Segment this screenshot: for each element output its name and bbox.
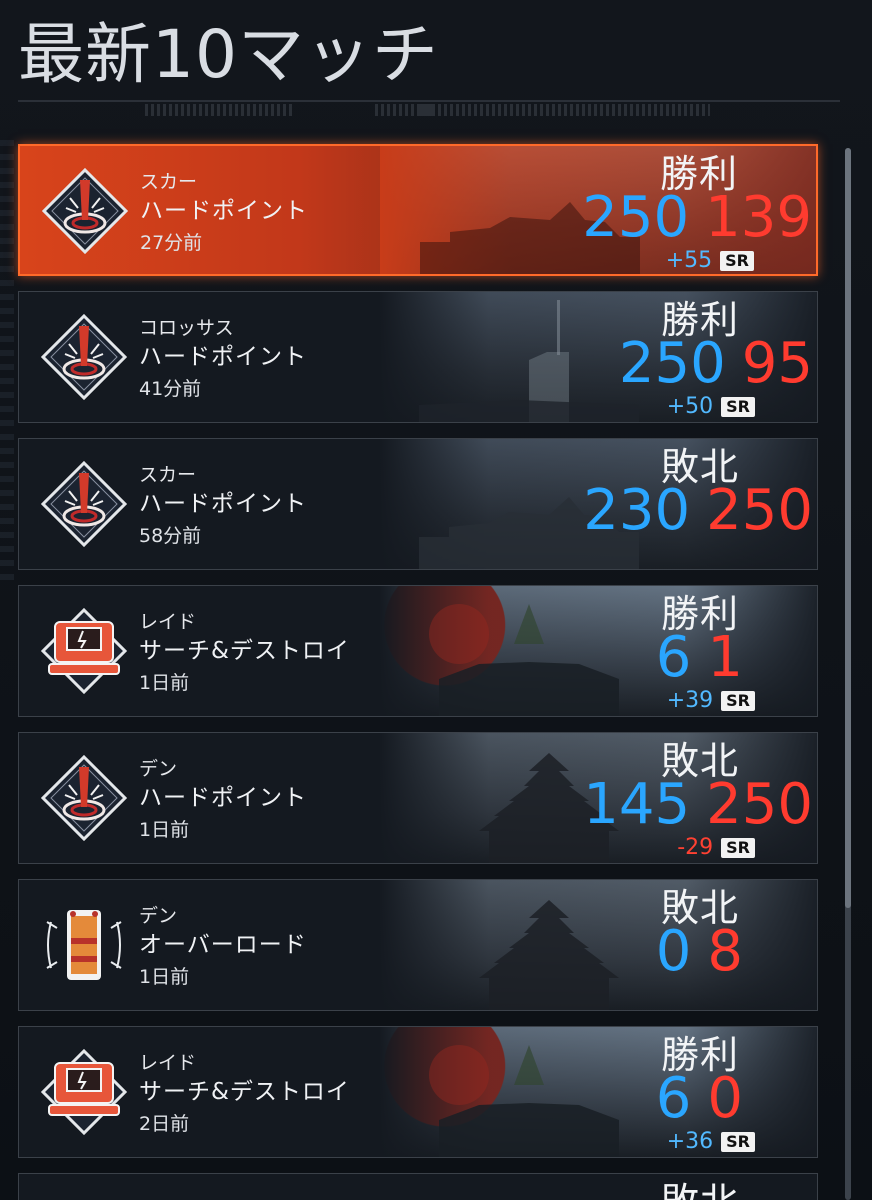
map-silhouette-raid bbox=[429, 604, 619, 716]
search-destroy-emblem-icon bbox=[41, 608, 127, 694]
match-score: 60 bbox=[656, 1069, 743, 1129]
hardpoint-emblem-icon bbox=[41, 314, 127, 400]
match-info: デン オーバーロード 1日前 bbox=[139, 904, 307, 992]
match-score: 250 139 bbox=[582, 188, 812, 248]
team-score-blue: 145 bbox=[583, 772, 691, 837]
team-score-red: 139 bbox=[705, 185, 812, 250]
match-info: デン ハードポイント 1日前 bbox=[139, 757, 307, 845]
map-silhouette-raid bbox=[429, 1045, 619, 1157]
map-name: スカー bbox=[140, 171, 198, 193]
match-score: 61 bbox=[656, 628, 743, 688]
match-score: 145 250 bbox=[583, 775, 813, 835]
map-name: レイド bbox=[139, 1052, 197, 1074]
match-row[interactable]: スカー ハードポイント 27分前 勝利 250 139 +55 SR bbox=[18, 144, 818, 276]
page-title: 最新10マッチ bbox=[18, 16, 439, 93]
match-history-screen: 最新10マッチ スカー ハードポイント 27分前 勝利 250 139 +55 … bbox=[0, 0, 872, 1200]
match-row[interactable]: デン ハードポイント 1日前 敗北 145 250 -29 SR bbox=[18, 732, 818, 864]
match-row[interactable]: デン オーバーロード 1日前 敗北 08 bbox=[18, 879, 818, 1011]
match-list: スカー ハードポイント 27分前 勝利 250 139 +55 SR コロッサス… bbox=[18, 144, 818, 1200]
time-ago: 58分前 bbox=[139, 525, 202, 547]
match-row[interactable]: コロッサス ハードポイント 41分前 勝利 250 95 +50 SR bbox=[18, 291, 818, 423]
map-name: レイド bbox=[139, 611, 197, 633]
hardpoint-emblem-icon bbox=[41, 461, 127, 547]
team-score-red: 95 bbox=[741, 331, 813, 396]
time-ago: 2日前 bbox=[139, 1113, 190, 1135]
match-row[interactable]: スカー ハードポイント 58分前 敗北 230 250 bbox=[18, 438, 818, 570]
match-row-partial[interactable]: 敗北 bbox=[18, 1173, 818, 1200]
title-divider bbox=[18, 100, 840, 102]
sr-delta: +36 bbox=[666, 1129, 714, 1154]
time-ago: 41分前 bbox=[139, 378, 202, 400]
sr-badge: SR bbox=[721, 1132, 755, 1152]
sr-change: +55 SR bbox=[666, 248, 754, 274]
map-name: デン bbox=[139, 758, 178, 780]
sr-change: -29 SR bbox=[677, 835, 755, 861]
team-score-blue: 230 bbox=[583, 478, 691, 543]
hardpoint-emblem-icon bbox=[42, 168, 128, 254]
map-silhouette-colossus bbox=[419, 300, 639, 422]
sr-change: +50 SR bbox=[667, 394, 755, 420]
side-decoration bbox=[0, 140, 14, 580]
sr-badge: SR bbox=[721, 691, 755, 711]
team-score-red: 250 bbox=[706, 772, 813, 837]
sr-delta: +39 bbox=[666, 688, 714, 713]
team-score-red: 1 bbox=[707, 625, 743, 690]
sr-change: +36 SR bbox=[667, 1129, 755, 1155]
search-destroy-emblem-icon bbox=[41, 1049, 127, 1135]
mode-name: オーバーロード bbox=[139, 932, 307, 958]
mode-name: ハードポイント bbox=[139, 344, 307, 370]
time-ago: 1日前 bbox=[139, 966, 190, 988]
scrollbar-thumb[interactable] bbox=[845, 148, 851, 908]
sr-delta: +50 bbox=[666, 394, 714, 419]
team-score-red: 250 bbox=[706, 478, 813, 543]
title-decoration bbox=[145, 104, 295, 116]
map-name: デン bbox=[139, 905, 178, 927]
time-ago: 1日前 bbox=[139, 672, 190, 694]
match-row[interactable]: レイド サーチ&デストロイ 1日前 勝利 61 +39 SR bbox=[18, 585, 818, 717]
title-decoration bbox=[420, 104, 710, 116]
sr-badge: SR bbox=[721, 397, 755, 417]
map-name: コロッサス bbox=[139, 317, 234, 339]
team-score-blue: 0 bbox=[655, 919, 692, 984]
team-score-blue: 6 bbox=[655, 1066, 692, 1131]
team-score-blue: 6 bbox=[655, 625, 692, 690]
match-result: 敗北 bbox=[661, 1180, 739, 1200]
sr-badge: SR bbox=[720, 251, 754, 271]
sr-change: +39 SR bbox=[667, 688, 755, 714]
map-name: スカー bbox=[139, 464, 197, 486]
sr-delta: -29 bbox=[677, 835, 714, 860]
team-score-red: 0 bbox=[707, 1066, 743, 1131]
map-silhouette-den bbox=[479, 900, 619, 1010]
mode-name: サーチ&デストロイ bbox=[139, 1079, 350, 1105]
match-score: 08 bbox=[656, 922, 743, 982]
mode-name: ハードポイント bbox=[139, 785, 307, 811]
team-score-red: 8 bbox=[707, 919, 743, 984]
time-ago: 27分前 bbox=[140, 232, 203, 254]
match-info: レイド サーチ&デストロイ 2日前 bbox=[139, 1051, 350, 1139]
team-score-blue: 250 bbox=[618, 331, 726, 396]
match-info: スカー ハードポイント 58分前 bbox=[139, 463, 307, 551]
match-info: レイド サーチ&デストロイ 1日前 bbox=[139, 610, 350, 698]
mode-name: ハードポイント bbox=[140, 198, 308, 224]
match-info: コロッサス ハードポイント 41分前 bbox=[139, 316, 307, 404]
overload-emblem-icon bbox=[46, 910, 122, 980]
match-info: スカー ハードポイント 27分前 bbox=[140, 170, 308, 258]
time-ago: 1日前 bbox=[139, 819, 190, 841]
hardpoint-emblem-icon bbox=[41, 755, 127, 841]
mode-name: ハードポイント bbox=[139, 491, 307, 517]
match-score: 230 250 bbox=[583, 481, 813, 541]
team-score-blue: 250 bbox=[582, 185, 690, 250]
sr-delta: +55 bbox=[665, 248, 713, 273]
sr-badge: SR bbox=[721, 838, 755, 858]
match-score: 250 95 bbox=[619, 334, 813, 394]
mode-name: サーチ&デストロイ bbox=[139, 638, 350, 664]
match-row[interactable]: レイド サーチ&デストロイ 2日前 勝利 60 +36 SR bbox=[18, 1026, 818, 1158]
